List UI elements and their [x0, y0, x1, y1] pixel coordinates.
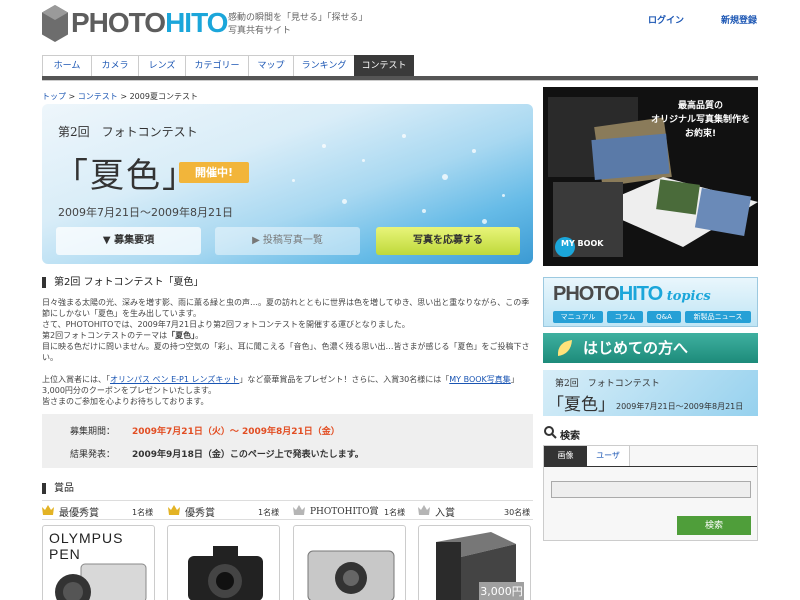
topics-chip-qa[interactable]: Q&A [647, 311, 681, 323]
prize-count-photohito: 1名様 [384, 508, 406, 517]
intro-theme: 「夏色」 [167, 331, 196, 340]
leaf-icon [557, 340, 572, 356]
tab-lens[interactable]: レンズ [138, 55, 186, 77]
tab-home[interactable]: ホーム [42, 55, 92, 77]
intro-text: 日々強まる太陽の光、深みを増す影、雨に薫る緑と虫の声…。夏の訪れとともに世界は色… [42, 297, 533, 407]
search-tab-user[interactable]: ユーザ [587, 446, 630, 466]
first-time-label: はじめての方へ [583, 339, 689, 357]
guidelines-button[interactable]: ▼ 募集要項 [56, 227, 201, 255]
tab-camera[interactable]: カメラ [91, 55, 139, 77]
silver-crown-icon [293, 505, 305, 515]
announce-label: 結果発表： [70, 450, 116, 460]
tab-category[interactable]: カテゴリー [185, 55, 249, 77]
tab-contest[interactable]: コンテスト [354, 55, 414, 77]
ad-copy: 最高品質の オリジナル写真集制作を お約束! [650, 101, 750, 139]
summer-banner-dates: 2009年7月21日～2009年8月21日 [616, 402, 744, 411]
summer-banner-kicker: 第2回 フォトコンテスト [555, 379, 660, 389]
search-input[interactable] [551, 481, 751, 498]
tab-ranking[interactable]: ランキング [293, 55, 355, 77]
hero-title: 「夏色」 [54, 156, 198, 196]
gallery-button[interactable]: ▶ 投稿写真一覧 [215, 227, 360, 255]
topics-part1: PHOTO [553, 283, 620, 305]
summer-contest-banner[interactable]: 第2回 フォトコンテスト 「夏色」 2009年7月21日～2009年8月21日 [543, 370, 758, 416]
logo-part1: PHOTO [71, 7, 166, 38]
prize-link-mybook[interactable]: MY BOOK写真集 [449, 375, 511, 384]
prize-link-olympus[interactable]: オリンパス ペン E-P1 レンズキット [110, 375, 239, 384]
search-tab-rule [544, 466, 757, 467]
price-tag: 3,000円 [479, 582, 524, 600]
breadcrumb-contest[interactable]: コンテスト [78, 92, 118, 101]
period-row: 募集期間： 2009年7月21日（火）～ 2009年8月21日（金） [70, 424, 340, 437]
topics-part2: HITO [618, 283, 663, 305]
apply-button[interactable]: 写真を応募する [376, 227, 520, 255]
login-link[interactable]: ログイン [648, 13, 684, 26]
prize-name-grand: 最優秀賞 [59, 508, 99, 519]
search-tab-image[interactable]: 画像 [544, 446, 587, 466]
first-time-banner[interactable]: はじめての方へ [543, 333, 758, 363]
intro-p2: さて、PHOTOHITOでは、2009年7月21日より第2回フォトコンテストを開… [42, 320, 410, 329]
breadcrumb-current: 2009夏コンテスト [129, 92, 198, 101]
intro-p5: 上位入賞者には、「オリンパス ペン E-P1 レンズキット」など豪華賞品をプレゼ… [42, 374, 533, 396]
intro-heading: 第2回 フォトコンテスト「夏色」 [42, 277, 204, 288]
announce-value: 2009年9月18日（金）このページ上で発表いたします。 [132, 450, 364, 460]
topics-part3: topics [666, 289, 711, 304]
prize-name-excellent: 優秀賞 [185, 508, 215, 519]
intro-p3: 第2回フォトコンテストのテーマは「夏色」。 [42, 330, 533, 341]
camera-compact-icon [307, 550, 395, 600]
search-icon [544, 426, 557, 439]
camera-slr-icon [188, 546, 263, 600]
silver-crown-icon [418, 505, 430, 515]
site-tagline: 感動の瞬間を「見せる」「探せる」写真共有サイト [228, 13, 368, 36]
intro-p3-a: 第2回フォトコンテストのテーマは [42, 331, 168, 340]
prize-card-entry[interactable]: 3,000円 [418, 525, 531, 600]
prize-name-entry: 入賞 [435, 508, 455, 519]
prize-card-photohito[interactable] [293, 525, 406, 600]
hero-kicker: 第2回 フォトコンテスト [58, 125, 198, 139]
period-value: 2009年7月21日（火）～ 2009年8月21日（金） [132, 427, 340, 437]
gold-crown-icon [42, 505, 54, 515]
prize-count-excellent: 1名様 [258, 508, 280, 517]
nav-underline-light [42, 80, 758, 81]
logo-part2: HITO [165, 7, 228, 38]
prize-count-grand: 1名様 [132, 508, 154, 517]
hero-dates: 2009年7月21日～2009年8月21日 [58, 206, 233, 219]
status-badge: 開催中! [179, 162, 249, 183]
breadcrumb-top[interactable]: トップ [42, 92, 66, 101]
site-logo[interactable]: PHOTOHITO [71, 7, 228, 38]
topics-chip-column[interactable]: コラム [607, 311, 643, 323]
search-button[interactable]: 検索 [677, 516, 751, 535]
intro-p4: 目に映る色だけに問いません。夏の持つ空気の「彩」、耳に聞こえる「音色」、色濃く残… [42, 342, 530, 362]
summer-banner-title: 「夏色」 [547, 395, 615, 415]
main-nav: ホーム カメラ レンズ カテゴリー マップ ランキング コンテスト [42, 55, 414, 77]
signup-link[interactable]: 新規登録 [721, 13, 757, 26]
breadcrumb: トップ > コンテスト > 2009夏コンテスト [42, 92, 198, 101]
tab-map[interactable]: マップ [248, 55, 294, 77]
logo-hexagon-icon[interactable] [42, 5, 68, 42]
ad-brand: MY BOOK [561, 239, 604, 248]
prize-card-grand[interactable]: OLYMPUS PEN [42, 525, 155, 600]
announce-row: 結果発表： 2009年9月18日（金）このページ上で発表いたします。 [70, 447, 364, 460]
topics-logo: PHOTOHITO topics [553, 283, 711, 306]
gold-crown-icon [168, 505, 180, 515]
prize-count-entry: 30名様 [504, 508, 531, 517]
search-heading: 検索 [560, 431, 580, 442]
intro-p1: 日々強まる太陽の光、深みを増す影、雨に薫る緑と虫の声…。夏の訪れとともに世界は色… [42, 298, 530, 318]
camera-pen-icon [55, 563, 147, 600]
prizes-heading: 賞品 [42, 483, 74, 494]
prize-name-photohito: PHOTOHITO賞 [310, 507, 379, 517]
prizes-header-row [42, 500, 533, 520]
intro-p5-a: 上位入賞者には、「 [42, 375, 110, 384]
period-label: 募集期間： [70, 427, 116, 437]
intro-p5-b: 」など豪華賞品をプレゼント！さらに、入賞30名様には「 [239, 375, 450, 384]
topics-chip-manual[interactable]: マニュアル [553, 311, 603, 323]
intro-p6: 皆さまのご参加を心よりお待ちしております。 [42, 397, 209, 406]
intro-p3-c: 。 [195, 331, 204, 340]
prize-card-excellent[interactable] [167, 525, 280, 600]
topics-chip-news[interactable]: 新製品ニュース [685, 311, 751, 323]
contest-period-box: 募集期間： 2009年7月21日（火）～ 2009年8月21日（金） 結果発表： 2… [42, 414, 533, 468]
